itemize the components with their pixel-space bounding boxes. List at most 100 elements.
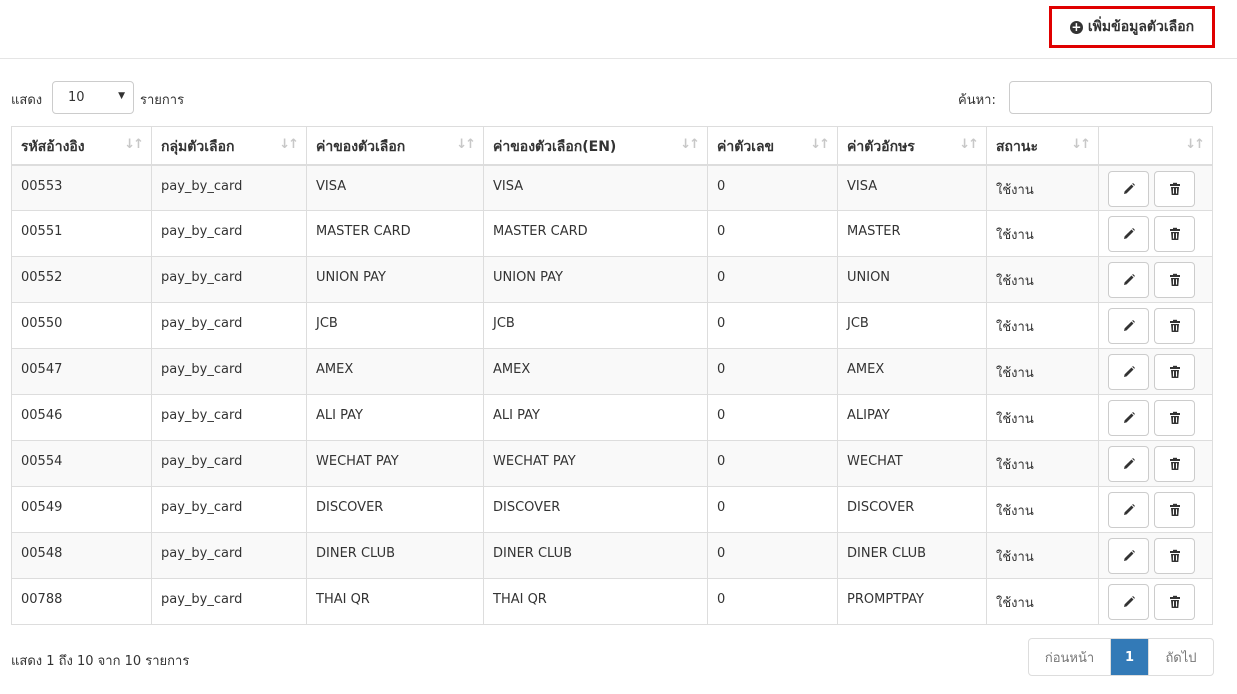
table-cell: ALI PAY xyxy=(306,394,484,441)
table-cell: DINER CLUB xyxy=(837,532,987,579)
column-header-7[interactable]: ↓↑ xyxy=(1098,126,1213,166)
table-cell: UNION xyxy=(837,256,987,303)
table-cell: WECHAT PAY xyxy=(483,440,708,487)
delete-button[interactable] xyxy=(1154,170,1195,207)
table-cell: VISA xyxy=(837,164,987,211)
table-cell: MASTER xyxy=(837,210,987,257)
edit-button[interactable] xyxy=(1108,262,1149,298)
table-cell: ALIPAY xyxy=(837,394,987,441)
pagination-prev[interactable]: ก่อนหน้า xyxy=(1029,639,1111,675)
table-cell: DINER CLUB xyxy=(306,532,484,579)
edit-button[interactable] xyxy=(1108,170,1149,207)
table-cell: 00552 xyxy=(11,256,152,303)
table-cell: 00788 xyxy=(11,578,152,625)
table-row: 00547 pay_by_card AMEX AMEX 0 AMEX ใช้งาน xyxy=(11,348,1213,395)
page-length-select[interactable]: 10 ▼ xyxy=(52,81,134,114)
sort-icon: ↓↑ xyxy=(959,137,979,152)
table-cell: WECHAT xyxy=(837,440,987,487)
table-cell: 0 xyxy=(707,302,838,349)
table-cell: MASTER CARD xyxy=(483,210,708,257)
row-actions xyxy=(1098,210,1213,257)
table-cell: MASTER CARD xyxy=(306,210,484,257)
sort-icon: ↓↑ xyxy=(1185,137,1205,152)
table-cell: pay_by_card xyxy=(151,578,307,625)
table-cell: 0 xyxy=(707,348,838,395)
table-cell: pay_by_card xyxy=(151,394,307,441)
table-cell: 0 xyxy=(707,532,838,579)
column-header-6[interactable]: สถานะ ↓↑ xyxy=(986,126,1099,166)
column-header-2[interactable]: ค่าของตัวเลือก ↓↑ xyxy=(306,126,484,166)
column-header-label: ค่าของตัวเลือก xyxy=(316,139,406,155)
edit-button[interactable] xyxy=(1108,354,1149,390)
delete-button[interactable] xyxy=(1154,354,1195,390)
delete-button[interactable] xyxy=(1154,308,1195,344)
table-cell: WECHAT PAY xyxy=(306,440,484,487)
table-cell: 0 xyxy=(707,210,838,257)
top-toolbar: + เพิ่มข้อมูลตัวเลือก xyxy=(0,0,1237,59)
table-cell: UNION PAY xyxy=(306,256,484,303)
table-cell: ใช้งาน xyxy=(986,578,1099,625)
edit-button[interactable] xyxy=(1108,216,1149,252)
edit-button[interactable] xyxy=(1108,400,1149,436)
table-cell: ใช้งาน xyxy=(986,532,1099,579)
edit-button[interactable] xyxy=(1108,538,1149,574)
sort-icon: ↓↑ xyxy=(279,137,299,152)
delete-button[interactable] xyxy=(1154,400,1195,436)
column-header-label: กลุ่มตัวเลือก xyxy=(161,139,235,155)
column-header-1[interactable]: กลุ่มตัวเลือก ↓↑ xyxy=(151,126,307,166)
edit-button[interactable] xyxy=(1108,492,1149,528)
delete-button[interactable] xyxy=(1154,446,1195,482)
row-actions xyxy=(1098,532,1213,579)
edit-button[interactable] xyxy=(1108,584,1149,620)
pagination-next[interactable]: ถัดไป xyxy=(1148,639,1213,675)
table-cell: pay_by_card xyxy=(151,532,307,579)
pagination-page-1[interactable]: 1 xyxy=(1111,639,1148,675)
row-actions xyxy=(1098,394,1213,441)
table-cell: 0 xyxy=(707,164,838,211)
delete-button[interactable] xyxy=(1154,584,1195,620)
table-row: 00554 pay_by_card WECHAT PAY WECHAT PAY 0 WEC… xyxy=(11,440,1213,487)
column-header-3[interactable]: ค่าของตัวเลือก(EN) ↓↑ xyxy=(483,126,708,166)
column-header-4[interactable]: ค่าตัวเลข ↓↑ xyxy=(707,126,838,166)
table-cell: UNION PAY xyxy=(483,256,708,303)
table-cell: pay_by_card xyxy=(151,210,307,257)
table-cell: ALI PAY xyxy=(483,394,708,441)
table-row: 00546 pay_by_card ALI PAY ALI PAY 0 ALIPAY ใช้… xyxy=(11,394,1213,441)
table-cell: 00554 xyxy=(11,440,152,487)
table-cell: DISCOVER xyxy=(306,486,484,533)
table-cell: THAI QR xyxy=(483,578,708,625)
table-cell: ใช้งาน xyxy=(986,394,1099,441)
table-cell: 00547 xyxy=(11,348,152,395)
sort-icon: ↓↑ xyxy=(124,137,144,152)
table-cell: AMEX xyxy=(306,348,484,395)
table-row: 00788 pay_by_card THAI QR THAI QR 0 PROMPTPAY… xyxy=(11,578,1213,625)
table-cell: DISCOVER xyxy=(483,486,708,533)
table-cell: ใช้งาน xyxy=(986,440,1099,487)
table-cell: ใช้งาน xyxy=(986,256,1099,303)
table-row: 00553 pay_by_card VISA VISA 0 VISA ใช้งาน xyxy=(11,164,1213,211)
table-row: 00549 pay_by_card DISCOVER DISCOVER 0 DISCOVE… xyxy=(11,486,1213,533)
delete-button[interactable] xyxy=(1154,538,1195,574)
delete-button[interactable] xyxy=(1154,216,1195,252)
table-cell: 0 xyxy=(707,486,838,533)
delete-button[interactable] xyxy=(1154,262,1195,298)
sort-icon: ↓↑ xyxy=(810,137,830,152)
search-input[interactable] xyxy=(1009,81,1212,114)
edit-button[interactable] xyxy=(1108,446,1149,482)
table-cell: AMEX xyxy=(483,348,708,395)
row-actions xyxy=(1098,486,1213,533)
sort-icon: ↓↑ xyxy=(456,137,476,152)
edit-button[interactable] xyxy=(1108,308,1149,344)
column-header-0[interactable]: รหัสอ้างอิง ↓↑ xyxy=(11,126,152,166)
row-actions xyxy=(1098,578,1213,625)
column-header-5[interactable]: ค่าตัวอักษร ↓↑ xyxy=(837,126,987,166)
length-label-before: แสดง xyxy=(11,93,43,108)
table-cell: 0 xyxy=(707,394,838,441)
delete-button[interactable] xyxy=(1154,492,1195,528)
table-cell: pay_by_card xyxy=(151,486,307,533)
options-table: รหัสอ้างอิง ↓↑ กลุ่มตัวเลือก ↓↑ ค่าของตัวเลื… xyxy=(11,126,1213,625)
add-option-button[interactable]: + เพิ่มข้อมูลตัวเลือก xyxy=(1049,6,1215,48)
column-header-label: สถานะ xyxy=(996,139,1038,155)
table-cell: 0 xyxy=(707,578,838,625)
column-header-label: ค่าตัวเลข xyxy=(717,139,775,155)
